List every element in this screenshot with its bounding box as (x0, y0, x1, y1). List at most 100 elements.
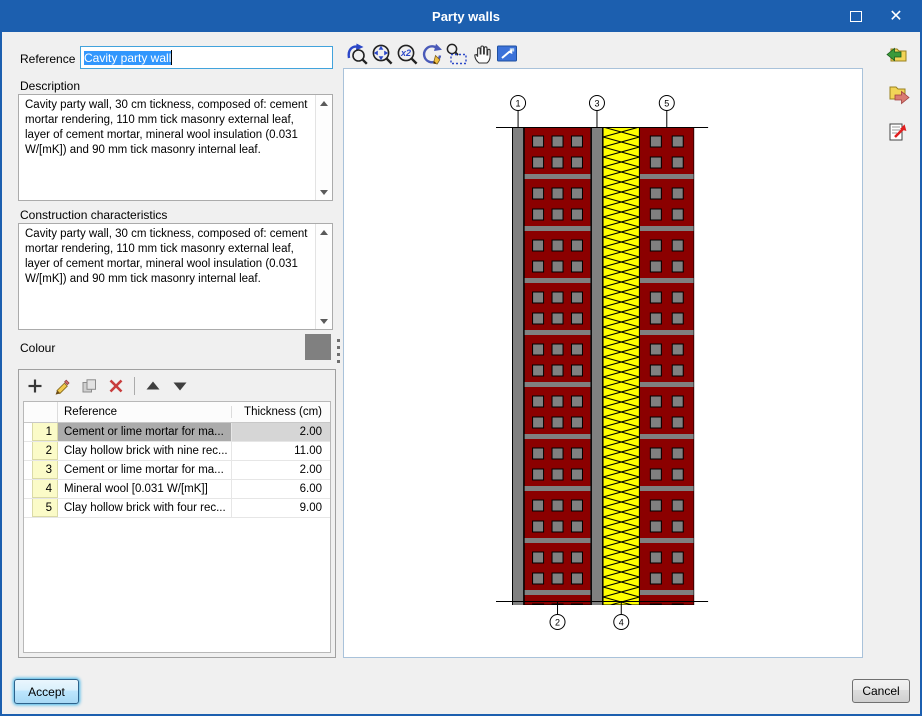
copy-layer-button[interactable] (79, 376, 99, 396)
row-gutter (24, 499, 32, 517)
zoom-window-button[interactable] (445, 42, 469, 66)
arrow-down-icon (320, 319, 328, 324)
layer-reference-cell[interactable]: Clay hollow brick with nine rec... (58, 442, 232, 460)
cancel-button[interactable]: Cancel (852, 679, 910, 703)
svg-text:1: 1 (516, 99, 521, 109)
table-row[interactable]: 4Mineral wool [0.031 W/[mK]]6.00 (24, 480, 330, 499)
scroll-up-button[interactable] (316, 95, 332, 111)
header-corner (24, 402, 58, 422)
layers-table: Reference Thickness (cm) 1Cement or lime… (23, 401, 331, 653)
construction-textarea[interactable]: Cavity party wall, 30 cm tickness, compo… (18, 223, 333, 330)
svg-text:5: 5 (664, 99, 669, 109)
scroll-down-button[interactable] (316, 184, 332, 200)
table-row[interactable]: 1Cement or lime mortar for ma...2.00 (24, 423, 330, 442)
layers-rows: 1Cement or lime mortar for ma...2.002Cla… (24, 423, 330, 518)
side-toolbar (884, 42, 912, 146)
arrow-up-icon (320, 230, 328, 235)
wall-drawing-viewport[interactable]: 1 2 3 4 5 (343, 68, 863, 658)
table-header: Reference Thickness (cm) (24, 402, 330, 423)
maximize-icon (850, 11, 862, 22)
move-layer-down-button[interactable] (170, 376, 190, 396)
export-to-library-icon (885, 81, 911, 107)
scroll-up-button[interactable] (316, 224, 332, 240)
edit-layer-button[interactable] (52, 376, 72, 396)
titlebar: Party walls ✕ (0, 0, 922, 32)
svg-text:3: 3 (594, 99, 599, 109)
description-text: Cavity party wall, 30 cm tickness, compo… (19, 95, 315, 200)
layer-thickness-cell[interactable]: 2.00 (232, 461, 330, 479)
table-row[interactable]: 5Clay hollow brick with four rec...9.00 (24, 499, 330, 518)
wall-section-drawing: 1 2 3 4 5 (344, 69, 862, 657)
accept-button[interactable]: Accept (14, 679, 79, 704)
maximize-button[interactable] (836, 3, 876, 29)
table-row[interactable]: 3Cement or lime mortar for ma...2.00 (24, 461, 330, 480)
zoom-x2-button[interactable]: x2 (395, 42, 419, 66)
header-thickness: Thickness (cm) (232, 406, 330, 418)
party-walls-dialog: Party walls ✕ Reference Cavity party wal… (0, 0, 922, 716)
layer-reference-cell[interactable]: Cement or lime mortar for ma... (58, 423, 232, 441)
layer-thickness-cell[interactable]: 6.00 (232, 480, 330, 498)
row-gutter (24, 423, 32, 441)
construction-text: Cavity party wall, 30 cm tickness, compo… (19, 224, 315, 329)
move-layer-up-button[interactable] (143, 376, 163, 396)
import-from-library-button[interactable] (884, 42, 912, 68)
layer-thickness-cell[interactable]: 2.00 (232, 423, 330, 441)
panel-splitter-handle[interactable] (337, 339, 340, 365)
svg-text:x2: x2 (400, 48, 411, 58)
reference-input[interactable]: Cavity party wall (80, 46, 333, 69)
export-document-icon (885, 120, 911, 146)
text-caret (171, 50, 172, 65)
arrow-up-icon (320, 101, 328, 106)
move-up-icon (144, 377, 162, 395)
export-to-library-button[interactable] (884, 81, 912, 107)
row-gutter (24, 461, 32, 479)
export-document-button[interactable] (884, 120, 912, 146)
move-down-icon (171, 377, 189, 395)
reference-value: Cavity party wall (84, 51, 171, 65)
window-title: Party walls (96, 9, 836, 24)
row-number[interactable]: 2 (32, 442, 58, 460)
header-reference: Reference (58, 406, 232, 418)
description-scrollbar[interactable] (315, 95, 332, 200)
zoom-extents-button[interactable] (370, 42, 394, 66)
delete-icon (107, 377, 125, 395)
add-icon (26, 377, 44, 395)
construction-label: Construction characteristics (20, 208, 167, 222)
full-window-icon (495, 42, 519, 66)
toolbar-separator (134, 377, 135, 395)
zoom-previous-button[interactable] (345, 42, 369, 66)
reference-label: Reference (20, 52, 75, 66)
row-number[interactable]: 5 (32, 499, 58, 517)
description-textarea[interactable]: Cavity party wall, 30 cm tickness, compo… (18, 94, 333, 201)
full-window-button[interactable] (495, 42, 519, 66)
view-toolbar: x2 (345, 42, 519, 66)
layers-groupbox: Reference Thickness (cm) 1Cement or lime… (18, 369, 336, 658)
row-gutter (24, 442, 32, 460)
row-gutter (24, 480, 32, 498)
delete-layer-button[interactable] (106, 376, 126, 396)
pan-button[interactable] (470, 42, 494, 66)
colour-label: Colour (20, 341, 55, 355)
row-number[interactable]: 3 (32, 461, 58, 479)
colour-swatch[interactable] (305, 334, 331, 360)
svg-text:4: 4 (619, 618, 624, 628)
edit-icon (53, 377, 71, 395)
construction-scrollbar[interactable] (315, 224, 332, 329)
add-layer-button[interactable] (25, 376, 45, 396)
zoom-window-icon (445, 42, 469, 66)
layer-reference-cell[interactable]: Cement or lime mortar for ma... (58, 461, 232, 479)
row-number[interactable]: 4 (32, 480, 58, 498)
row-number[interactable]: 1 (32, 423, 58, 441)
scroll-down-button[interactable] (316, 313, 332, 329)
layer-thickness-cell[interactable]: 9.00 (232, 499, 330, 517)
redraw-button[interactable] (420, 42, 444, 66)
zoom-extents-icon (370, 42, 394, 66)
import-from-library-icon (885, 42, 911, 68)
layer-reference-cell[interactable]: Clay hollow brick with four rec... (58, 499, 232, 517)
close-button[interactable]: ✕ (876, 3, 916, 29)
layer-reference-cell[interactable]: Mineral wool [0.031 W/[mK]] (58, 480, 232, 498)
redraw-icon (420, 42, 444, 66)
svg-text:2: 2 (555, 618, 560, 628)
table-row[interactable]: 2Clay hollow brick with nine rec...11.00 (24, 442, 330, 461)
layer-thickness-cell[interactable]: 11.00 (232, 442, 330, 460)
